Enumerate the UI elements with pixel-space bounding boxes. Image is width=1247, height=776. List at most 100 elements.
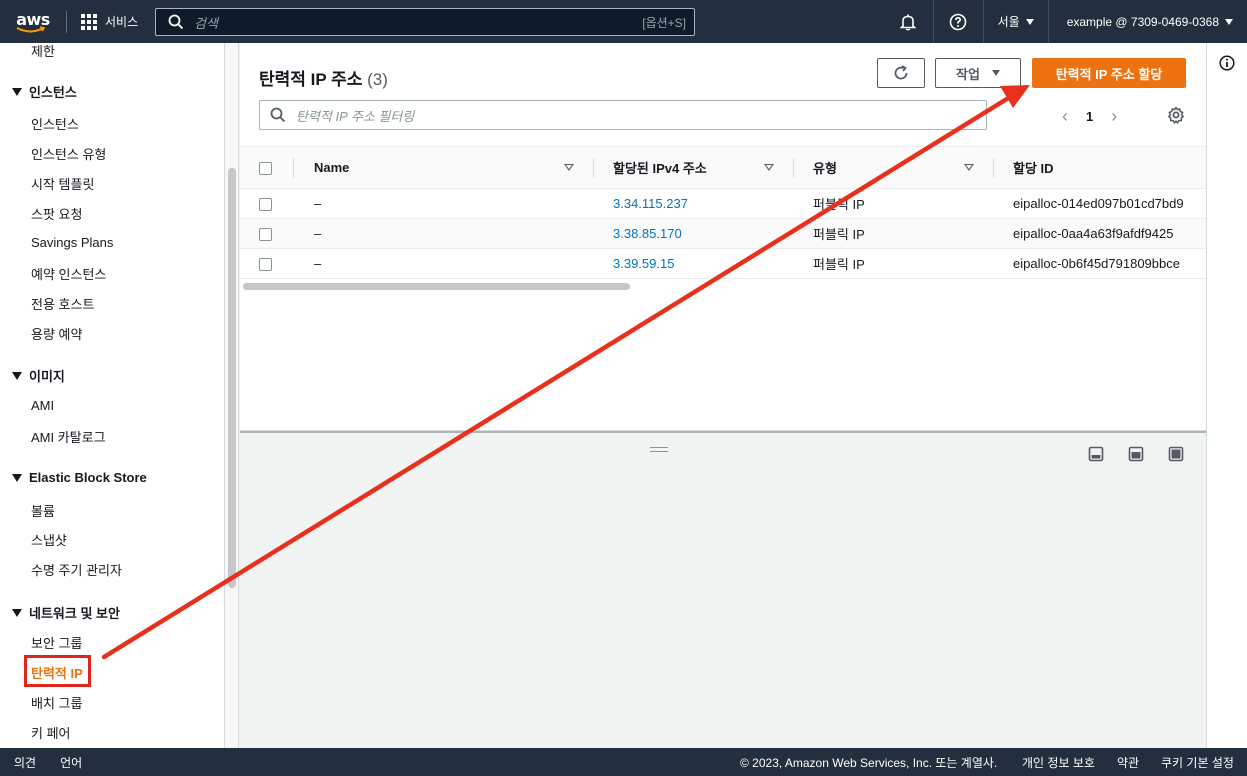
chevron-down-icon [1025,18,1034,25]
cell-allocation-id: eipalloc-014ed097b01cd7bd9 [994,188,1206,219]
sidebar-item-dedicated-hosts[interactable]: 전용 호스트 [31,294,94,313]
services-menu[interactable]: 서비스 [67,13,150,30]
help-icon [949,13,967,30]
sidebar-section-images[interactable]: 이미지 [12,366,65,385]
search-icon [168,14,184,30]
grid-menu-icon [81,13,97,30]
gear-icon[interactable] [1167,106,1185,124]
sidebar-item-limits[interactable]: 제한 [31,43,55,60]
highlight-box [24,655,91,687]
aws-smile-icon [16,26,46,33]
top-navigation: aws 서비스 검색 [옵션+S] 서울 example @ 7309-0469… [0,0,1247,43]
row-checkbox[interactable] [259,198,272,212]
sidebar-item-capacity-reservations[interactable]: 용량 예약 [31,324,82,343]
table-row[interactable]: – 3.34.115.237 퍼블릭 IP eipalloc-014ed097b… [240,188,1206,219]
info-icon[interactable] [1219,55,1235,71]
resize-handle[interactable] [650,447,668,452]
sidebar-section-ebs[interactable]: Elastic Block Store [12,470,147,485]
cell-type: 퍼블릭 IP [794,188,994,219]
sidebar-item-key-pairs[interactable]: 키 페어 [31,723,71,742]
cell-allocation-id: eipalloc-0aa4a63f9afdf9425 [994,218,1206,249]
cell-allocation-id: eipalloc-0b6f45d791809bbce [994,248,1206,279]
column-header-name[interactable]: Name [294,146,594,189]
sidebar-item-savings-plans[interactable]: Savings Plans [31,235,113,250]
search-input[interactable]: 검색 [옵션+S] [155,8,695,36]
cell-type: 퍼블릭 IP [794,248,994,279]
cell-ipv4-link[interactable]: 3.34.115.237 [594,188,794,219]
footer: 의견 언어 © 2023, Amazon Web Services, Inc. … [0,748,1247,776]
sidebar-scrollbar[interactable] [228,168,236,588]
refresh-icon [894,65,908,80]
account-menu[interactable]: example @ 7309-0469-0368 [1047,0,1247,43]
account-label: example @ 7309-0469-0368 [1066,14,1219,29]
region-selector[interactable]: 서울 [982,0,1048,43]
cookie-preferences-link[interactable]: 쿠키 기본 설정 [1161,754,1234,771]
language-link[interactable]: 언어 [60,754,82,771]
sort-icon[interactable] [764,164,774,171]
sidebar-item-lifecycle-manager[interactable]: 수명 주기 관리자 [31,560,122,579]
cell-type: 퍼블릭 IP [794,218,994,249]
cell-ipv4-link[interactable]: 3.39.59.15 [594,248,794,279]
main-panel: 탄력적 IP 주소 (3) 작업 탄력적 IP 주소 할당 탄력적 IP 주소 … [240,43,1206,431]
sidebar-item-security-groups[interactable]: 보안 그룹 [31,633,82,652]
services-label: 서비스 [105,15,139,29]
select-all-cell [240,146,294,189]
sort-icon[interactable] [964,164,974,171]
table-row[interactable]: – 3.38.85.170 퍼블릭 IP eipalloc-0aa4a63f9a… [240,218,1206,249]
feedback-link[interactable]: 의견 [14,754,36,771]
pagination: ‹ 1 › [1062,106,1117,127]
sidebar-item-ami-catalog[interactable]: AMI 카탈로그 [31,427,106,446]
search-icon [270,107,286,123]
aws-logo[interactable]: aws [0,0,66,43]
sidebar-item-instance-types[interactable]: 인스턴스 유형 [31,144,106,163]
row-checkbox[interactable] [259,258,272,272]
actions-button[interactable]: 작업 [935,58,1021,88]
panel-split-icon[interactable] [1128,446,1144,462]
panel-bottom-icon[interactable] [1088,446,1104,462]
sidebar: 제한 인스턴스 인스턴스 인스턴스 유형 시작 템플릿 스팟 요청 Saving… [0,43,225,748]
sidebar-item-instances[interactable]: 인스턴스 [31,114,79,133]
allocate-elastic-ip-button[interactable]: 탄력적 IP 주소 할당 [1032,58,1186,88]
panel-full-icon[interactable] [1168,446,1184,462]
row-checkbox[interactable] [259,228,272,242]
cell-name: – [294,218,594,249]
item-count: (3) [367,70,388,89]
sidebar-item-snapshots[interactable]: 스냅샷 [31,530,67,549]
search-shortcut-hint: [옵션+S] [642,15,686,30]
sidebar-item-spot-requests[interactable]: 스팟 요청 [31,204,82,223]
sidebar-item-placement-groups[interactable]: 배치 그룹 [31,693,82,712]
bell-icon [899,14,917,30]
caret-down-icon [12,371,22,380]
sidebar-item-ami[interactable]: AMI [31,398,54,413]
cell-name: – [294,248,594,279]
page-number[interactable]: 1 [1086,109,1093,124]
elastic-ip-table: Name 할당된 IPv4 주소 유형 할당 ID – 3.34.115.237… [240,146,1206,279]
column-header-ipv4[interactable]: 할당된 IPv4 주소 [594,146,794,189]
sidebar-item-reserved-instances[interactable]: 예약 인스턴스 [31,264,106,283]
terms-link[interactable]: 약관 [1117,754,1139,771]
sidebar-item-volumes[interactable]: 볼륨 [31,501,55,520]
sort-icon[interactable] [564,164,574,171]
chevron-right-icon[interactable]: › [1111,106,1117,127]
table-header-row: Name 할당된 IPv4 주소 유형 할당 ID [240,146,1206,189]
copyright-text: © 2023, Amazon Web Services, Inc. 또는 계열사… [740,755,998,770]
sidebar-item-launch-templates[interactable]: 시작 템플릿 [31,174,94,193]
horizontal-scrollbar[interactable] [243,283,630,290]
search-placeholder: 검색 [194,15,218,31]
caret-down-icon [991,70,1000,76]
select-all-checkbox[interactable] [259,162,272,176]
column-header-allocation-id[interactable]: 할당 ID [994,146,1206,189]
sidebar-section-network-security[interactable]: 네트워크 및 보안 [12,603,120,622]
chevron-left-icon[interactable]: ‹ [1062,106,1068,127]
notifications-button[interactable] [883,0,933,43]
filter-input[interactable]: 탄력적 IP 주소 필터링 [259,100,987,130]
help-button[interactable] [932,0,983,43]
caret-down-icon [12,608,22,617]
refresh-button[interactable] [877,58,925,88]
table-row[interactable]: – 3.39.59.15 퍼블릭 IP eipalloc-0b6f45d7918… [240,248,1206,279]
privacy-link[interactable]: 개인 정보 보호 [1022,754,1095,771]
column-header-type[interactable]: 유형 [794,146,994,189]
sidebar-section-instances[interactable]: 인스턴스 [12,82,77,101]
cell-name: – [294,188,594,219]
cell-ipv4-link[interactable]: 3.38.85.170 [594,218,794,249]
